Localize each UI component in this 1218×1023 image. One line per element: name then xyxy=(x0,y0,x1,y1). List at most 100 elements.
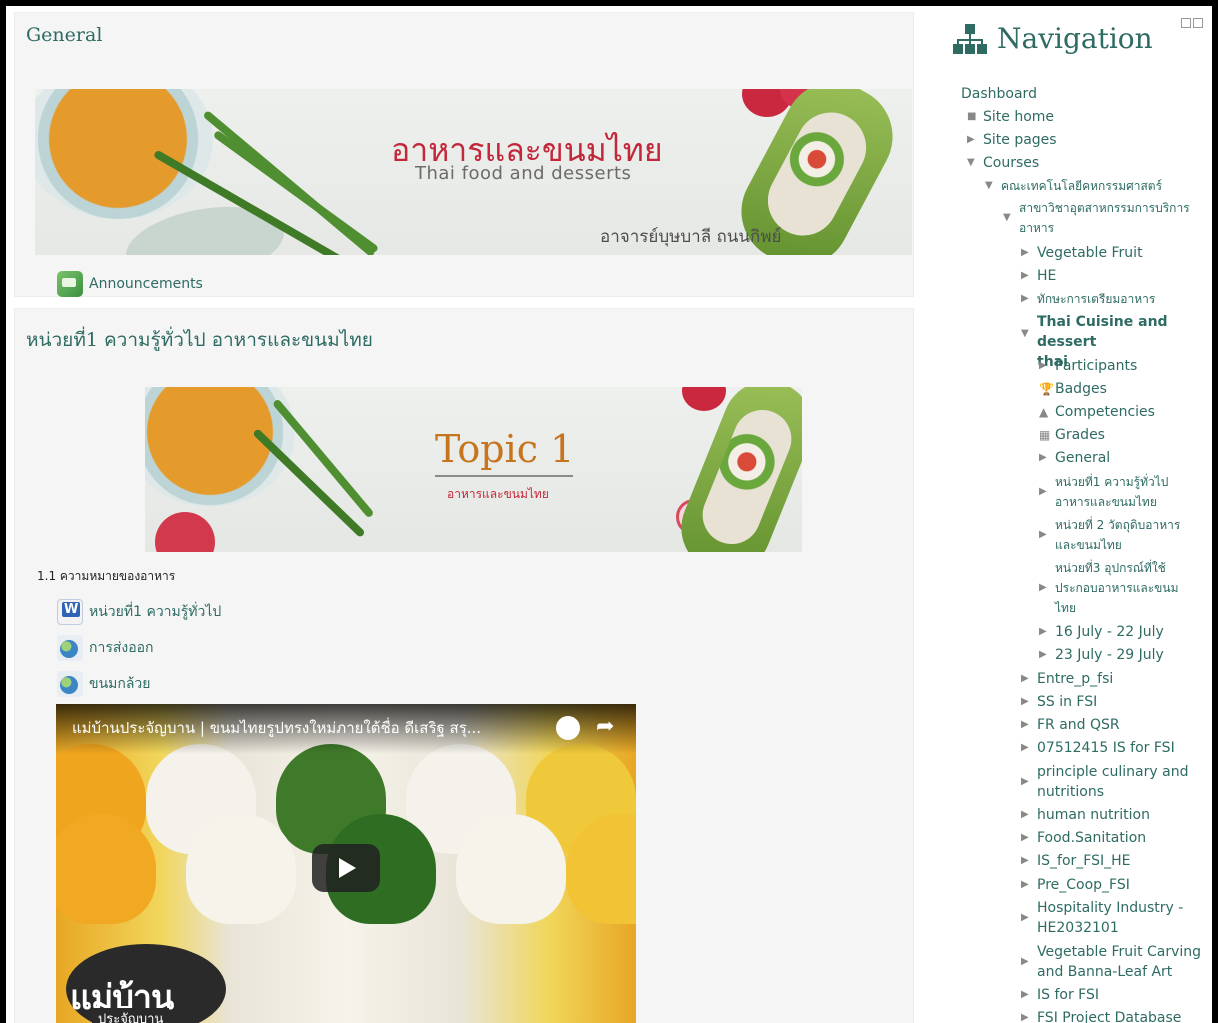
nav-item-label[interactable]: Entre_p_fsi xyxy=(1037,671,1113,687)
nav-item-label[interactable]: FR and QSR xyxy=(1037,717,1120,733)
nav-item-competencies[interactable]: ▲ Competencies xyxy=(1039,402,1155,422)
expand-arrow-icon[interactable]: ▶ xyxy=(1021,738,1029,758)
collapse-arrow-icon[interactable]: ▼ xyxy=(1003,208,1011,228)
nav-item-label[interactable]: Courses xyxy=(983,155,1039,171)
expand-arrow-icon[interactable]: ▶ xyxy=(1021,692,1029,712)
nav-item-section-unit-1[interactable]: ▶ หน่วยที่1 ความรู้ทั่วไปอาหารและขนมไทย xyxy=(1039,472,1168,512)
move-icon[interactable] xyxy=(1193,18,1203,28)
nav-item-label[interactable]: Hospitality Industry - xyxy=(1037,900,1183,916)
nav-item-label-line2[interactable]: อาหาร xyxy=(1019,221,1054,235)
nav-item-label[interactable]: Site home xyxy=(983,109,1054,125)
nav-item-course[interactable]: ▶ ทักษะการเตรียมอาหาร xyxy=(1021,289,1155,309)
expand-arrow-icon[interactable]: ▶ xyxy=(1021,985,1029,1005)
nav-item-course[interactable]: ▶ human nutrition xyxy=(1021,805,1150,825)
nav-item-participants[interactable]: ▶ Participants xyxy=(1039,356,1137,376)
nav-item-label-line3[interactable]: ไทย xyxy=(1055,601,1076,615)
nav-item-label[interactable]: 07512415 IS for FSI xyxy=(1037,740,1175,756)
expand-arrow-icon[interactable]: ▶ xyxy=(1021,1008,1029,1023)
nav-item-grades[interactable]: ▦ Grades xyxy=(1039,425,1105,445)
nav-item-label[interactable]: General xyxy=(1055,450,1110,466)
dock-icon[interactable] xyxy=(1181,18,1191,28)
expand-arrow-icon[interactable]: ▶ xyxy=(1021,908,1029,928)
nav-item-label-line2[interactable]: อาหารและขนมไทย xyxy=(1055,495,1157,509)
expand-arrow-icon[interactable]: ▶ xyxy=(967,130,975,150)
nav-item-label[interactable]: Dashboard xyxy=(961,86,1037,102)
activity-word-document[interactable]: หน่วยที่1 ความรู้ทั่วไป xyxy=(57,599,221,625)
nav-item-label[interactable]: ทักษะการเตรียมอาหาร xyxy=(1037,292,1155,306)
nav-item-label[interactable]: HE xyxy=(1037,268,1056,284)
nav-item-course[interactable]: ▶ Hospitality Industry - HE2032101 xyxy=(1021,898,1183,938)
expand-arrow-icon[interactable]: ▶ xyxy=(1021,828,1029,848)
nav-item-department[interactable]: ▼ สาขาวิชาอุตสาหกรรมการบริการอาหาร xyxy=(1003,198,1190,238)
expand-arrow-icon[interactable]: ▶ xyxy=(1039,356,1047,376)
nav-item-label[interactable]: Food.Sanitation xyxy=(1037,830,1146,846)
collapse-arrow-icon[interactable]: ▼ xyxy=(967,153,975,173)
nav-item-label[interactable]: Competencies xyxy=(1055,404,1155,420)
collapse-arrow-icon[interactable]: ▼ xyxy=(1021,324,1029,344)
nav-item-label[interactable]: คณะเทคโนโลยีคหกรรมศาสตร์ xyxy=(1001,179,1162,193)
nav-item-label[interactable]: IS for FSI xyxy=(1037,987,1099,1003)
nav-item-label[interactable]: Vegetable Fruit Carving xyxy=(1037,944,1201,960)
nav-item-course[interactable]: ▶ IS_for_FSI_HE xyxy=(1021,851,1130,871)
expand-arrow-icon[interactable]: ▶ xyxy=(1021,289,1029,309)
nav-item-label[interactable]: หน่วยที่1 ความรู้ทั่วไป xyxy=(1055,475,1168,489)
nav-item-course[interactable]: ▶ IS for FSI xyxy=(1021,985,1099,1005)
nav-item-label[interactable]: Pre_Coop_FSI xyxy=(1037,877,1130,893)
collapse-arrow-icon[interactable]: ▼ xyxy=(985,176,993,196)
activity-url-banana-dessert[interactable]: ขนมกล้วย xyxy=(57,671,151,697)
expand-arrow-icon[interactable]: ▶ xyxy=(1039,622,1047,642)
activity-announcements[interactable]: Announcements xyxy=(57,271,203,297)
nav-item-label-line2[interactable]: HE2032101 xyxy=(1037,920,1119,936)
expand-arrow-icon[interactable]: ▶ xyxy=(1021,851,1029,871)
nav-item-course[interactable]: ▶ Pre_Coop_FSI xyxy=(1021,875,1130,895)
nav-item-section-unit-3[interactable]: ▶ หน่วยที่3 อุปกรณ์ที่ใช้ประกอบอาหารและขน… xyxy=(1039,558,1179,618)
nav-item-label-line2[interactable]: and Banna-Leaf Art xyxy=(1037,964,1172,980)
nav-item-label[interactable]: หน่วยที่ 2 วัตถุดิบอาหาร xyxy=(1055,518,1180,532)
nav-item-courses[interactable]: ▼ Courses xyxy=(967,153,1039,173)
nav-item-section-unit-2[interactable]: ▶ หน่วยที่ 2 วัตถุดิบอาหารและขนมไทย xyxy=(1039,515,1180,555)
nav-item-label-line2[interactable]: และขนมไทย xyxy=(1055,538,1122,552)
expand-arrow-icon[interactable]: ▶ xyxy=(1021,952,1029,972)
expand-arrow-icon[interactable]: ▶ xyxy=(1039,482,1047,502)
expand-arrow-icon[interactable]: ▶ xyxy=(1039,525,1047,545)
nav-item-label[interactable]: Participants xyxy=(1055,358,1137,374)
nav-item-faculty[interactable]: ▼ คณะเทคโนโลยีคหกรรมศาสตร์ xyxy=(985,176,1162,196)
play-button[interactable] xyxy=(312,844,380,892)
expand-arrow-icon[interactable]: ▶ xyxy=(1021,715,1029,735)
nav-item-label-line2[interactable]: ประกอบอาหารและขนม xyxy=(1055,581,1179,595)
expand-arrow-icon[interactable]: ▶ xyxy=(1021,875,1029,895)
expand-arrow-icon[interactable]: ▶ xyxy=(1039,645,1047,665)
embedded-video[interactable]: แม่บ้านประจัญบาน | ขนมไทยรูปทรงใหม่ภายใต… xyxy=(56,704,636,1023)
expand-arrow-icon[interactable]: ▶ xyxy=(1021,772,1029,792)
nav-item-course[interactable]: ▶ FSI Project Database xyxy=(1021,1008,1181,1023)
expand-arrow-icon[interactable]: ▶ xyxy=(1039,578,1047,598)
watch-later-icon[interactable] xyxy=(556,716,580,740)
nav-item-label[interactable]: SS in FSI xyxy=(1037,694,1097,710)
nav-item-course[interactable]: ▶ Food.Sanitation xyxy=(1021,828,1146,848)
expand-arrow-icon[interactable]: ▶ xyxy=(1039,448,1047,468)
nav-item-label[interactable]: principle culinary and xyxy=(1037,764,1188,780)
nav-item-label[interactable]: Thai Cuisine and dessert xyxy=(1037,314,1168,350)
nav-item-label[interactable]: human nutrition xyxy=(1037,807,1150,823)
expand-arrow-icon[interactable]: ▶ xyxy=(1021,243,1029,263)
nav-item-course[interactable]: ▶ SS in FSI xyxy=(1021,692,1097,712)
nav-item-week[interactable]: ▶ 23 July - 29 July xyxy=(1039,645,1164,665)
nav-item-label[interactable]: 23 July - 29 July xyxy=(1055,647,1164,663)
nav-item-course[interactable]: ▶ HE xyxy=(1021,266,1056,286)
nav-item-course[interactable]: ▶ Entre_p_fsi xyxy=(1021,669,1113,689)
nav-item-label-line2[interactable]: nutritions xyxy=(1037,784,1104,800)
announcements-link[interactable]: Announcements xyxy=(89,276,203,292)
nav-item-label[interactable]: Badges xyxy=(1055,381,1107,397)
nav-item-badges[interactable]: 🏆 Badges xyxy=(1039,379,1107,399)
nav-item-course[interactable]: ▶ principle culinary and nutritions xyxy=(1021,762,1188,802)
activity-link[interactable]: การส่งออก xyxy=(89,637,154,659)
nav-item-course[interactable]: ▶ Vegetable Fruit Carving and Banna-Leaf A… xyxy=(1021,942,1201,982)
expand-arrow-icon[interactable]: ▶ xyxy=(1021,669,1029,689)
expand-arrow-icon[interactable]: ▶ xyxy=(1021,805,1029,825)
nav-item-week[interactable]: ▶ 16 July - 22 July xyxy=(1039,622,1164,642)
nav-item-label[interactable]: Vegetable Fruit xyxy=(1037,245,1143,261)
nav-item-label[interactable]: สาขาวิชาอุตสาหกรรมการบริการ xyxy=(1019,201,1190,215)
nav-item-course[interactable]: ▶ FR and QSR xyxy=(1021,715,1120,735)
share-icon[interactable]: ➦ xyxy=(596,714,614,739)
nav-item-label[interactable]: หน่วยที่3 อุปกรณ์ที่ใช้ xyxy=(1055,561,1166,575)
